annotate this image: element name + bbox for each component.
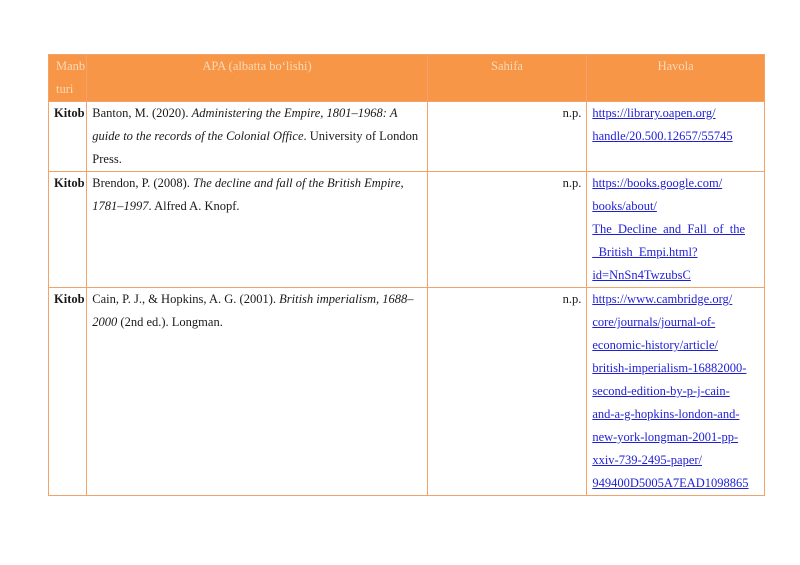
page-ref: n.p.	[426, 171, 588, 288]
citation-publisher: (2nd ed.). Longman.	[117, 315, 223, 329]
link-line: british-imperialism-16882000-	[592, 361, 747, 375]
document-page: Manb turi APA (albatta bo‘lishi) Sahifa …	[0, 0, 800, 565]
header-link: Havola	[586, 54, 765, 102]
source-link[interactable]: https://www.cambridge.org/ core/journals…	[592, 288, 759, 495]
header-page: Sahifa	[426, 54, 588, 102]
link-line: and-a-g-hopkins-london-and-	[592, 407, 740, 421]
source-link[interactable]: https://books.google.com/ books/about/ T…	[592, 172, 759, 287]
link-line: The_Decline_and_Fall_of_the	[592, 222, 746, 236]
table-row: Kitob Brendon, P. (2008). The decline an…	[47, 171, 765, 288]
link-line: https://www.cambridge.org/	[592, 292, 733, 306]
source-type: Kitob	[47, 101, 88, 172]
citation-authors: Brendon, P. (2008).	[92, 176, 193, 190]
citation-publisher: . Alfred A. Knopf.	[148, 199, 240, 213]
table-row: Kitob Banton, M. (2020). Administering t…	[47, 101, 765, 172]
link-line: xxiv-739-2495-paper/	[592, 453, 703, 467]
link-line: https://library.oapen.org/	[592, 106, 716, 120]
header-type: Manb turi	[47, 54, 88, 102]
apa-citation: Banton, M. (2020). Administering the Emp…	[86, 101, 428, 172]
page-ref: n.p.	[426, 101, 588, 172]
page-ref: n.p.	[426, 287, 588, 496]
citation-authors: Banton, M. (2020).	[92, 106, 192, 120]
link-cell: https://www.cambridge.org/ core/journals…	[586, 287, 765, 496]
link-line: new-york-longman-2001-pp-	[592, 430, 739, 444]
link-line: _British_Empi.html?	[592, 245, 698, 259]
table-row: Kitob Cain, P. J., & Hopkins, A. G. (200…	[47, 287, 765, 496]
link-line: id=NnSn4TwzubsC	[592, 268, 691, 282]
source-type: Kitob	[47, 171, 88, 288]
link-line: core/journals/journal-of-	[592, 315, 716, 329]
citation-authors: Cain, P. J., & Hopkins, A. G. (2001).	[92, 292, 280, 306]
link-line: https://books.google.com/	[592, 176, 723, 190]
header-apa: APA (albatta bo‘lishi)	[86, 54, 428, 102]
link-line: books/about/	[592, 199, 657, 213]
apa-citation: Brendon, P. (2008). The decline and fall…	[86, 171, 428, 288]
link-line: second-edition-by-p-j-cain-	[592, 384, 730, 398]
source-type: Kitob	[47, 287, 88, 496]
link-line: 949400D5005A7EAD1098865	[592, 476, 749, 490]
link-line: economic-history/article/	[592, 338, 718, 352]
references-table: Manb turi APA (albatta bo‘lishi) Sahifa …	[47, 54, 765, 496]
link-line: handle/20.500.12657/55745	[592, 129, 733, 143]
link-cell: https://books.google.com/ books/about/ T…	[586, 171, 765, 288]
header-row: Manb turi APA (albatta bo‘lishi) Sahifa …	[47, 54, 765, 102]
source-link[interactable]: https://library.oapen.org/ handle/20.500…	[592, 102, 759, 148]
link-cell: https://library.oapen.org/ handle/20.500…	[586, 101, 765, 172]
apa-citation: Cain, P. J., & Hopkins, A. G. (2001). Br…	[86, 287, 428, 496]
